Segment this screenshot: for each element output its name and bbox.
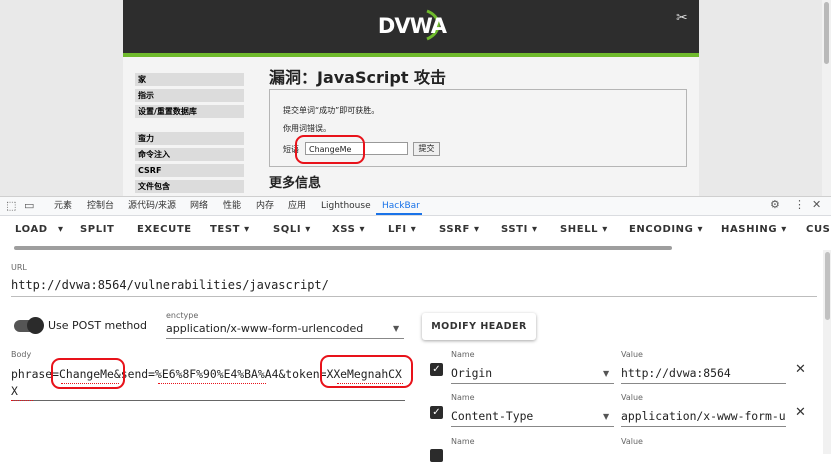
header-value-label: Value xyxy=(621,350,643,359)
sqli-menu[interactable]: SQLI ▾ xyxy=(273,224,311,235)
remove-header-icon[interactable]: ✕ xyxy=(795,405,806,420)
hackbar-scrollbar-thumb[interactable] xyxy=(825,252,830,320)
header-enabled-checkbox[interactable]: ✓ xyxy=(430,363,443,376)
execute-button[interactable]: EXECUTE xyxy=(137,224,192,235)
menu-item-brute-force[interactable]: 蛮力 xyxy=(135,132,244,145)
header-name-select[interactable]: Origin xyxy=(451,366,492,380)
body-label: Body xyxy=(11,350,32,359)
token-param-highlight xyxy=(320,355,413,388)
load-dropdown-icon[interactable]: ▾ xyxy=(58,224,64,235)
header-value-underline xyxy=(621,383,786,384)
tab-lighthouse[interactable]: Lighthouse xyxy=(321,197,371,216)
enctype-label: enctype xyxy=(166,311,199,320)
submit-button[interactable]: 提交 xyxy=(413,142,440,156)
header-name-label: Name xyxy=(451,393,475,402)
spellcheck-underline xyxy=(11,398,33,401)
dvwa-page: DVWA ✂ 家 指示 设置/重置数据库 蛮力 命令注入 CSRF 文件包含 漏… xyxy=(123,0,699,196)
enctype-select[interactable]: application/x-www-form-urlencoded xyxy=(166,322,363,335)
encoding-menu[interactable]: ENCODING ▾ xyxy=(629,224,703,235)
dvwa-logo: DVWA xyxy=(377,7,447,45)
ssrf-menu[interactable]: SSRF ▾ xyxy=(439,224,480,235)
spellcheck-underline xyxy=(158,381,266,384)
hackbar-toolbar: LOAD ▾ SPLIT EXECUTE TEST ▾ SQLI ▾ XSS ▾… xyxy=(0,216,831,246)
more-info-heading: 更多信息 xyxy=(269,176,322,191)
url-label: URL xyxy=(11,263,27,272)
header-value-label: Value xyxy=(621,393,643,402)
status-text: 你用词错误。 xyxy=(283,124,331,133)
header-name-dropdown-icon[interactable]: ▼ xyxy=(603,369,609,378)
menu-item-home[interactable]: 家 xyxy=(135,73,244,86)
header-name-label: Name xyxy=(451,437,475,446)
page-scrollbar-thumb[interactable] xyxy=(824,2,829,64)
tab-console[interactable]: 控制台 xyxy=(87,197,114,216)
body-textarea-underline xyxy=(11,400,405,401)
enctype-underline xyxy=(166,338,404,339)
toolbar-scrollbar-thumb[interactable] xyxy=(14,246,672,250)
header-value-input[interactable]: application/x-www-form-urlencoded xyxy=(621,409,786,423)
remove-header-icon[interactable]: ✕ xyxy=(795,362,806,377)
phrase-highlight xyxy=(295,135,365,164)
menu-item-setup[interactable]: 设置/重置数据库 xyxy=(135,105,244,118)
hashing-menu[interactable]: HASHING ▾ xyxy=(721,224,787,235)
active-tab-indicator xyxy=(376,213,422,215)
post-method-toggle-knob[interactable] xyxy=(27,317,44,334)
header-enabled-checkbox[interactable]: ✓ xyxy=(430,406,443,419)
header-value-underline xyxy=(621,426,786,427)
menu-item-csrf[interactable]: CSRF xyxy=(135,164,244,177)
tab-application[interactable]: 应用 xyxy=(288,197,306,216)
enctype-dropdown-icon[interactable]: ▼ xyxy=(393,324,399,333)
ssti-menu[interactable]: SSTI ▾ xyxy=(501,224,538,235)
test-menu[interactable]: TEST ▾ xyxy=(210,224,250,235)
tab-performance[interactable]: 性能 xyxy=(223,197,241,216)
custom-menu[interactable]: CUS xyxy=(806,224,830,235)
inspect-element-icon[interactable]: ⬚ xyxy=(6,199,16,212)
instruction-text: 提交单词“成功”即可获胜。 xyxy=(283,106,380,115)
url-input-underline xyxy=(11,296,817,297)
tab-sources[interactable]: 源代码/来源 xyxy=(128,197,176,216)
split-button[interactable]: SPLIT xyxy=(80,224,114,235)
settings-gear-icon[interactable]: ⚙ xyxy=(770,198,780,211)
tab-network[interactable]: 网络 xyxy=(190,197,208,216)
post-method-label: Use POST method xyxy=(48,319,148,332)
page-title: 漏洞：JavaScript 攻击 xyxy=(269,68,447,87)
phrase-param-highlight xyxy=(51,358,125,389)
tools-icon: ✂ xyxy=(676,10,688,26)
header-name-underline xyxy=(451,426,614,427)
modify-header-button[interactable]: MODIFY HEADER xyxy=(422,313,536,340)
shell-menu[interactable]: SHELL ▾ xyxy=(560,224,608,235)
header-value-input[interactable]: http://dvwa:8564 xyxy=(621,366,786,380)
dvwa-logo-text: DVWA xyxy=(377,14,447,38)
header-value-label: Value xyxy=(621,437,643,446)
xss-menu[interactable]: XSS ▾ xyxy=(332,224,365,235)
menu-item-file-inclusion[interactable]: 文件包含 xyxy=(135,180,244,193)
tab-memory[interactable]: 内存 xyxy=(256,197,274,216)
header-name-select[interactable]: Content-Type xyxy=(451,409,533,423)
lfi-menu[interactable]: LFI ▾ xyxy=(388,224,416,235)
header-enabled-checkbox[interactable] xyxy=(430,449,443,462)
close-devtools-icon[interactable]: ✕ xyxy=(812,198,821,211)
header-name-dropdown-icon[interactable]: ▼ xyxy=(603,412,609,421)
header-name-underline xyxy=(451,383,614,384)
tab-elements[interactable]: 元素 xyxy=(54,197,72,216)
menu-item-instructions[interactable]: 指示 xyxy=(135,89,244,102)
menu-item-command-injection[interactable]: 命令注入 xyxy=(135,148,244,161)
load-button[interactable]: LOAD xyxy=(15,224,48,235)
url-input[interactable]: http://dvwa:8564/vulnerabilities/javascr… xyxy=(11,278,329,292)
device-toggle-icon[interactable]: ▭ xyxy=(24,199,34,212)
dvwa-header-stripe xyxy=(123,53,699,57)
more-options-icon[interactable]: ⋮ xyxy=(794,198,805,211)
header-name-label: Name xyxy=(451,350,475,359)
